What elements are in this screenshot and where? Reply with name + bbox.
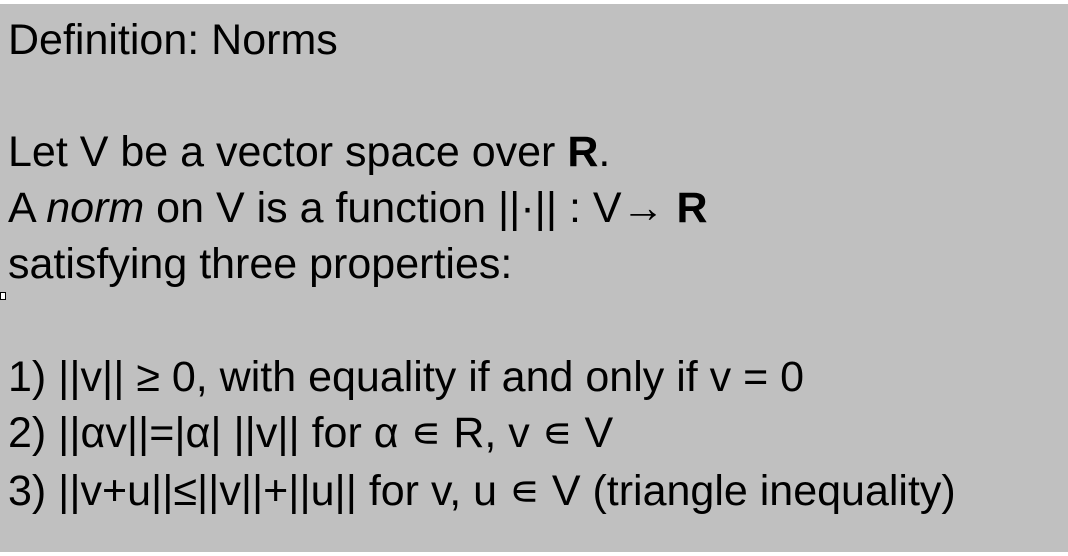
intro-line-2: A norm on V is a function ||·|| : V→ R	[8, 182, 708, 234]
property-2: 2) ||αv||=|α| ||v|| for α ∊ R, v ∊ V	[8, 409, 614, 457]
reals-symbol-codomain: R	[676, 184, 708, 232]
intro-line-1: Let V be a vector space over R.	[8, 126, 610, 178]
intro-line-3: satisfying three properties:	[8, 240, 513, 288]
selection-handle[interactable]	[0, 292, 6, 300]
intro-line-2-text: on V is a function ||·|| : V→	[144, 184, 677, 232]
intro-line-1-text: Let V be a vector space over	[8, 128, 568, 176]
property-3: 3) ||v+u||≤||v||+||u|| for v, u ∊ V (tri…	[8, 467, 956, 515]
intro-line-2-start: A	[8, 184, 47, 232]
property-1: 1) ||v|| ≥ 0, with equality if and only …	[8, 353, 805, 401]
intro-line-1-period: .	[598, 128, 611, 176]
reals-symbol: R	[567, 128, 599, 176]
norm-term: norm	[46, 184, 145, 232]
slide-title: Definition: Norms	[8, 16, 338, 64]
slide: Definition: Norms Let V be a vector spac…	[0, 4, 1068, 552]
